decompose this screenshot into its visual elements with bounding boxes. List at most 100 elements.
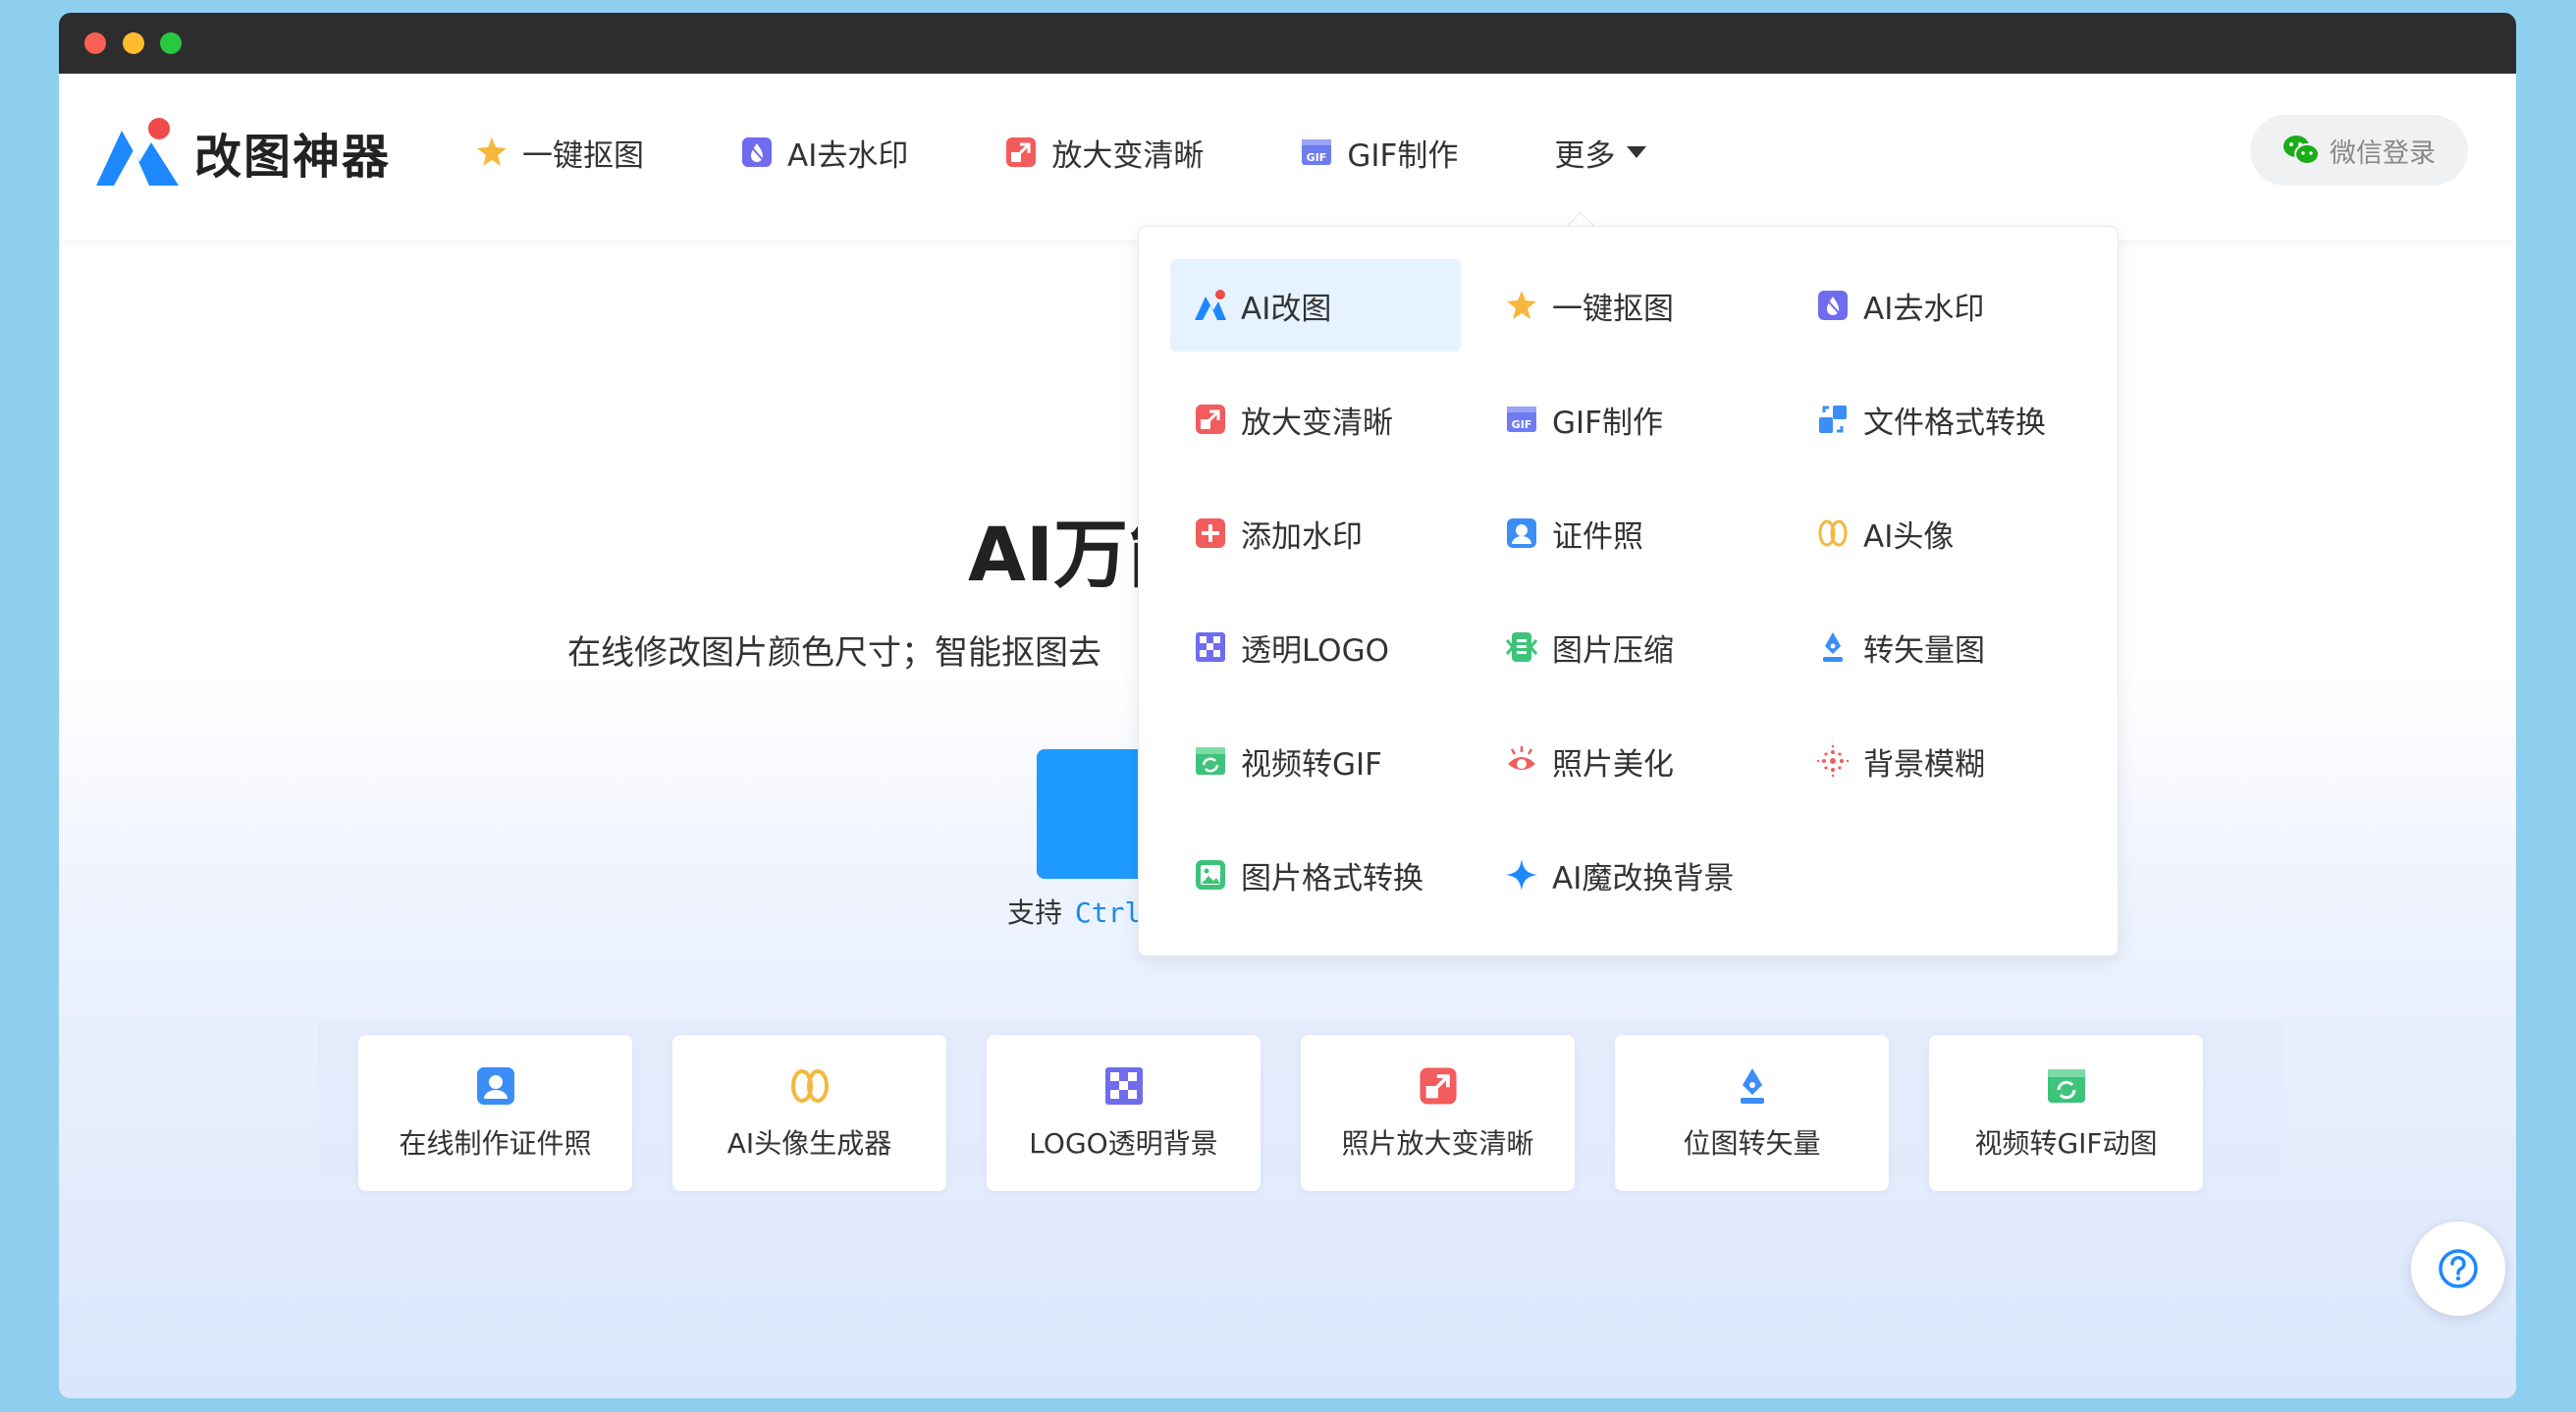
image-format-icon — [1196, 860, 1225, 890]
card-label: 位图转矢量 — [1683, 1126, 1821, 1160]
feature-card-video-gif[interactable]: 视频转GIF动图 — [1929, 1035, 2203, 1191]
enlarge-icon — [1006, 137, 1037, 167]
hero-subtitle: 在线修改图片颜色尺寸；智能抠图去 — [567, 633, 1101, 673]
menu-item-add-watermark[interactable]: 添加水印 — [1170, 487, 1461, 579]
card-label: 照片放大变清晰 — [1341, 1126, 1534, 1160]
menu-item-label: 图片格式转换 — [1241, 860, 1423, 896]
watermark-remove-icon — [742, 137, 772, 167]
site-logo[interactable]: 改图神器 — [94, 113, 391, 191]
feature-card-id-photo[interactable]: 在线制作证件照 — [358, 1035, 632, 1191]
ai-avatar-icon — [790, 1068, 829, 1103]
card-label: LOGO透明背景 — [1029, 1126, 1218, 1160]
logo-mark-icon — [94, 117, 183, 188]
minimize-window-button[interactable] — [123, 32, 144, 54]
transparent-logo-icon — [1104, 1066, 1143, 1105]
star-icon — [477, 137, 507, 166]
menu-item-cutout[interactable]: 一键抠图 — [1481, 259, 1772, 352]
menu-item-label: 透明LOGO — [1241, 632, 1389, 669]
menu-item-video-gif[interactable]: 视频转GIF — [1170, 715, 1461, 807]
blur-background-icon — [1816, 744, 1850, 778]
menu-item-label: 视频转GIF — [1241, 746, 1382, 783]
menu-item-beautify[interactable]: 照片美化 — [1481, 715, 1772, 807]
vector-pen-icon — [1740, 1067, 1764, 1104]
more-dropdown-menu: AI改图 一键抠图 AI去水印 放大变清晰 GIF GIF制作 文件格式转换 添… — [1138, 226, 2119, 956]
feature-card-ai-avatar[interactable]: AI头像生成器 — [672, 1035, 946, 1191]
feature-card-enlarge[interactable]: 照片放大变清晰 — [1301, 1035, 1575, 1191]
gif-icon: GIF — [1507, 407, 1536, 432]
menu-item-label: GIF制作 — [1552, 405, 1663, 441]
menu-item-label: 图片压缩 — [1552, 632, 1674, 669]
menu-item-label: AI头像 — [1863, 518, 1955, 555]
sparkle-icon — [1506, 859, 1537, 891]
menu-item-label: 一键抠图 — [1552, 291, 1674, 327]
enlarge-icon — [1196, 405, 1225, 434]
window-titlebar — [59, 13, 2516, 74]
menu-item-id-photo[interactable]: 证件照 — [1481, 487, 1772, 579]
maximize-window-button[interactable] — [160, 32, 182, 54]
video-gif-icon — [2047, 1068, 2085, 1103]
menu-item-vector[interactable]: 转矢量图 — [1793, 601, 2083, 693]
watermark-remove-icon — [1818, 291, 1848, 320]
nav-item-enlarge[interactable]: 放大变清晰 — [1004, 131, 1204, 175]
menu-item-label: AI去水印 — [1863, 291, 1985, 327]
menu-item-compress[interactable]: 图片压缩 — [1481, 601, 1772, 693]
menu-item-label: 照片美化 — [1552, 746, 1674, 783]
browser-window: 改图神器 一键抠图 AI去水印 放大变清晰 GIF GIF制作 更多 微信登录 … — [59, 13, 2516, 1398]
menu-item-ai-edit[interactable]: AI改图 — [1170, 259, 1461, 352]
wechat-login-button[interactable]: 微信登录 — [2250, 115, 2468, 186]
ai-logo-icon — [1195, 290, 1226, 320]
feature-card-logo-transparent[interactable]: LOGO透明背景 — [987, 1035, 1261, 1191]
menu-item-image-format[interactable]: 图片格式转换 — [1170, 829, 1461, 921]
nav-item-remove-watermark[interactable]: AI去水印 — [740, 131, 908, 175]
gif-icon: GIF — [1302, 139, 1332, 165]
beautify-eye-icon — [1508, 746, 1535, 770]
menu-item-label: AI改图 — [1241, 291, 1332, 327]
menu-item-transparent-logo[interactable]: 透明LOGO — [1170, 601, 1461, 693]
id-photo-icon — [1507, 518, 1536, 548]
close-window-button[interactable] — [84, 32, 106, 54]
nav-more-label: 更多 — [1554, 137, 1616, 174]
compress-icon — [1505, 632, 1538, 662]
enlarge-icon — [1419, 1066, 1457, 1105]
menu-item-gif[interactable]: GIF GIF制作 — [1481, 373, 1772, 465]
nav-item-label: 一键抠图 — [522, 137, 644, 174]
menu-item-ai-background[interactable]: AI魔改换背景 — [1481, 829, 1772, 921]
site-header: 改图神器 一键抠图 AI去水印 放大变清晰 GIF GIF制作 更多 微信登录 — [59, 74, 2516, 241]
nav-item-label: GIF制作 — [1347, 137, 1459, 174]
id-photo-icon — [476, 1066, 514, 1105]
question-circle-icon — [2439, 1249, 2478, 1288]
nav-item-label: AI去水印 — [787, 137, 909, 174]
vector-pen-icon — [1823, 632, 1843, 662]
nav-more-menu[interactable]: 更多 — [1554, 131, 1647, 175]
menu-item-ai-avatar[interactable]: AI头像 — [1793, 487, 2083, 579]
menu-item-blur-background[interactable]: 背景模糊 — [1793, 715, 2083, 807]
wechat-icon — [2283, 136, 2320, 165]
wechat-login-label: 微信登录 — [2330, 137, 2436, 169]
nav-item-cutout[interactable]: 一键抠图 — [475, 131, 644, 175]
format-convert-icon — [1819, 406, 1847, 433]
menu-item-enlarge[interactable]: 放大变清晰 — [1170, 373, 1461, 465]
page-content: 改图神器 一键抠图 AI去水印 放大变清晰 GIF GIF制作 更多 微信登录 … — [59, 74, 2516, 1398]
add-watermark-icon — [1196, 518, 1225, 548]
hint-key: Ctrl — [1070, 895, 1146, 931]
nav-item-label: 放大变清晰 — [1051, 137, 1205, 174]
video-gif-icon — [1196, 747, 1225, 775]
svg-text:GIF: GIF — [1512, 418, 1532, 431]
transparent-logo-icon — [1196, 632, 1225, 662]
card-label: 在线制作证件照 — [399, 1126, 592, 1160]
card-label: 视频转GIF动图 — [1974, 1126, 2158, 1160]
main-nav: 一键抠图 AI去水印 放大变清晰 GIF GIF制作 更多 — [475, 123, 1647, 182]
hint-prefix: 支持 — [1007, 896, 1071, 929]
nav-item-gif[interactable]: GIF GIF制作 — [1300, 131, 1458, 175]
menu-item-label: AI魔改换背景 — [1552, 860, 1735, 896]
menu-item-format-convert[interactable]: 文件格式转换 — [1793, 373, 2083, 465]
feature-card-vector[interactable]: 位图转矢量 — [1615, 1035, 1889, 1191]
ai-avatar-icon — [1818, 519, 1848, 547]
menu-item-label: 背景模糊 — [1863, 746, 1985, 783]
menu-item-remove-watermark[interactable]: AI去水印 — [1793, 259, 2083, 352]
help-button[interactable] — [2411, 1222, 2505, 1316]
star-icon — [1507, 291, 1536, 319]
brand-name: 改图神器 — [194, 130, 392, 185]
card-label: AI头像生成器 — [726, 1126, 892, 1160]
svg-text:GIF: GIF — [1307, 151, 1327, 164]
